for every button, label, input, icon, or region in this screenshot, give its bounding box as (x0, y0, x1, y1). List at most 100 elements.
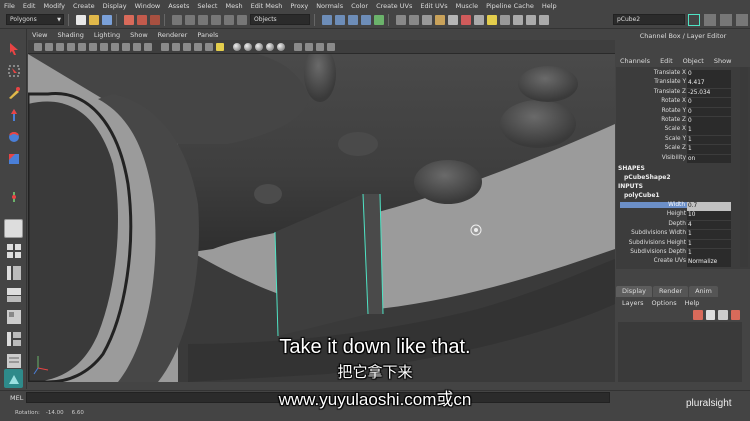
render-frame-icon[interactable] (422, 14, 432, 25)
channel-row[interactable]: Scale X1 (616, 126, 750, 135)
channel-row[interactable]: Depth 4 (616, 220, 750, 230)
menu-edit-mesh[interactable]: Edit Mesh (251, 2, 283, 10)
history-icon[interactable] (409, 14, 419, 25)
channel-row[interactable]: Create UVs Normalize (616, 258, 750, 267)
channel-value[interactable]: 0 (687, 98, 731, 107)
channel-row[interactable]: Translate Y 4.417 (616, 79, 750, 88)
wireframe-on-shaded-icon[interactable] (183, 42, 191, 51)
tab-anim[interactable]: Anim (689, 286, 718, 297)
channel-row[interactable]: Translate Z -25.034 (616, 88, 750, 98)
menu-color[interactable]: Color (351, 2, 368, 10)
move-tool-icon[interactable] (4, 105, 23, 124)
channel-row[interactable]: Visibility on (616, 154, 750, 164)
panel-menu-renderer[interactable]: Renderer (158, 31, 188, 39)
channel-row[interactable]: Subdivisions Width 1 (616, 230, 750, 239)
panel-menu-view[interactable]: View (32, 31, 47, 39)
channel-value[interactable]: -25.034 (687, 88, 731, 98)
backface-sphere-icon[interactable] (244, 42, 252, 51)
menu-file[interactable]: File (4, 2, 15, 10)
safe-action-icon[interactable] (133, 42, 141, 51)
toggle-channel-box-icon[interactable] (688, 14, 700, 26)
toggle-layer-editor-icon[interactable] (736, 14, 748, 26)
channel-value[interactable]: 0 (687, 107, 731, 117)
select-object-icon[interactable] (137, 14, 147, 25)
hypershade-icon[interactable] (461, 14, 471, 25)
new-layer-icon[interactable] (718, 310, 728, 320)
snap-plane-icon[interactable] (361, 14, 371, 25)
camera-icon[interactable] (500, 14, 510, 25)
scale-tool-icon[interactable] (4, 149, 23, 168)
tool-settings-icon[interactable] (526, 14, 536, 25)
channel-row-selected[interactable]: Width 0.7 (616, 202, 750, 211)
channel-value[interactable]: 1 (687, 239, 731, 249)
menu-display[interactable]: Display (103, 2, 127, 10)
name-field[interactable]: pCube2 (613, 14, 685, 25)
aa-sphere-icon[interactable] (277, 42, 285, 51)
menu-modify[interactable]: Modify (43, 2, 65, 10)
panel-menu-panels[interactable]: Panels (197, 31, 218, 39)
make-live-icon[interactable] (374, 14, 384, 25)
camera-attributes-icon[interactable] (45, 42, 53, 51)
channel-value[interactable]: 1 (687, 135, 731, 145)
xray-sphere-icon[interactable] (233, 42, 241, 51)
menu-assets[interactable]: Assets (168, 2, 189, 10)
channel-box-scrollbar[interactable] (740, 67, 748, 267)
lights-icon[interactable] (205, 42, 213, 51)
tab-render[interactable]: Render (652, 286, 689, 297)
tab-display[interactable]: Display (616, 286, 652, 297)
new-scene-icon[interactable] (76, 14, 86, 25)
menu-edit-uvs[interactable]: Edit UVs (420, 2, 447, 10)
channel-value[interactable]: 10 (687, 211, 731, 220)
shape-node-name[interactable]: pCubeShape2 (624, 174, 671, 181)
mask-icon[interactable] (185, 14, 195, 25)
four-view-layout-icon[interactable] (4, 241, 23, 260)
textured-icon[interactable] (194, 42, 202, 51)
le-menu-options[interactable]: Options (652, 299, 677, 307)
channel-value[interactable]: 1 (687, 230, 731, 239)
light-icon[interactable] (487, 14, 497, 25)
menu-proxy[interactable]: Proxy (290, 2, 308, 10)
xray-components-icon[interactable] (327, 42, 335, 51)
menu-muscle[interactable]: Muscle (456, 2, 479, 10)
menu-set-dropdown[interactable]: Polygons ▼ (6, 14, 64, 25)
menu-create-uvs[interactable]: Create UVs (376, 2, 412, 10)
new-layer-selected-icon[interactable] (730, 310, 740, 320)
channel-value[interactable]: on (687, 154, 731, 164)
channel-value[interactable]: 0.7 (687, 202, 731, 211)
toggle-tool-settings-icon[interactable] (720, 14, 732, 26)
history-icon[interactable] (396, 14, 406, 25)
channel-row[interactable]: Scale Y1 (616, 135, 750, 145)
channel-row[interactable]: Rotate X0 (616, 98, 750, 107)
cb-menu-show[interactable]: Show (714, 57, 732, 65)
perspective-viewport[interactable] (28, 54, 615, 382)
save-scene-icon[interactable] (102, 14, 112, 25)
ipr-render-icon[interactable] (435, 14, 445, 25)
grid-icon[interactable] (78, 42, 86, 51)
snap-curve-icon[interactable] (335, 14, 345, 25)
channel-row[interactable]: Subdivisions Height 1 (616, 239, 750, 249)
channel-value[interactable]: 0 (687, 70, 731, 79)
gate-mask-icon[interactable] (111, 42, 119, 51)
hypershade-layout-icon[interactable] (4, 307, 23, 326)
channel-value[interactable]: 4 (687, 220, 731, 230)
render-view-icon[interactable] (474, 14, 484, 25)
resolution-gate-icon[interactable] (100, 42, 108, 51)
menu-normals[interactable]: Normals (316, 2, 343, 10)
select-tool-icon[interactable] (4, 39, 23, 58)
move-layer-down-icon[interactable] (705, 310, 715, 320)
mask-icon[interactable] (224, 14, 234, 25)
persp-outliner-layout-icon[interactable] (4, 263, 23, 282)
smooth-shade-icon[interactable] (172, 42, 180, 51)
channel-value[interactable]: 1 (687, 249, 731, 258)
paint-select-tool-icon[interactable] (4, 83, 23, 102)
open-scene-icon[interactable] (89, 14, 99, 25)
menu-create[interactable]: Create (73, 2, 95, 10)
select-hierarchy-icon[interactable] (124, 14, 134, 25)
snap-grid-icon[interactable] (322, 14, 332, 25)
xray-icon[interactable] (305, 42, 313, 51)
channel-value[interactable]: 1 (687, 145, 731, 154)
mask-icon[interactable] (211, 14, 221, 25)
channel-row[interactable]: Subdivisions Depth 1 (616, 249, 750, 258)
channel-value[interactable]: Normalize (687, 258, 731, 267)
le-menu-layers[interactable]: Layers (622, 299, 644, 307)
